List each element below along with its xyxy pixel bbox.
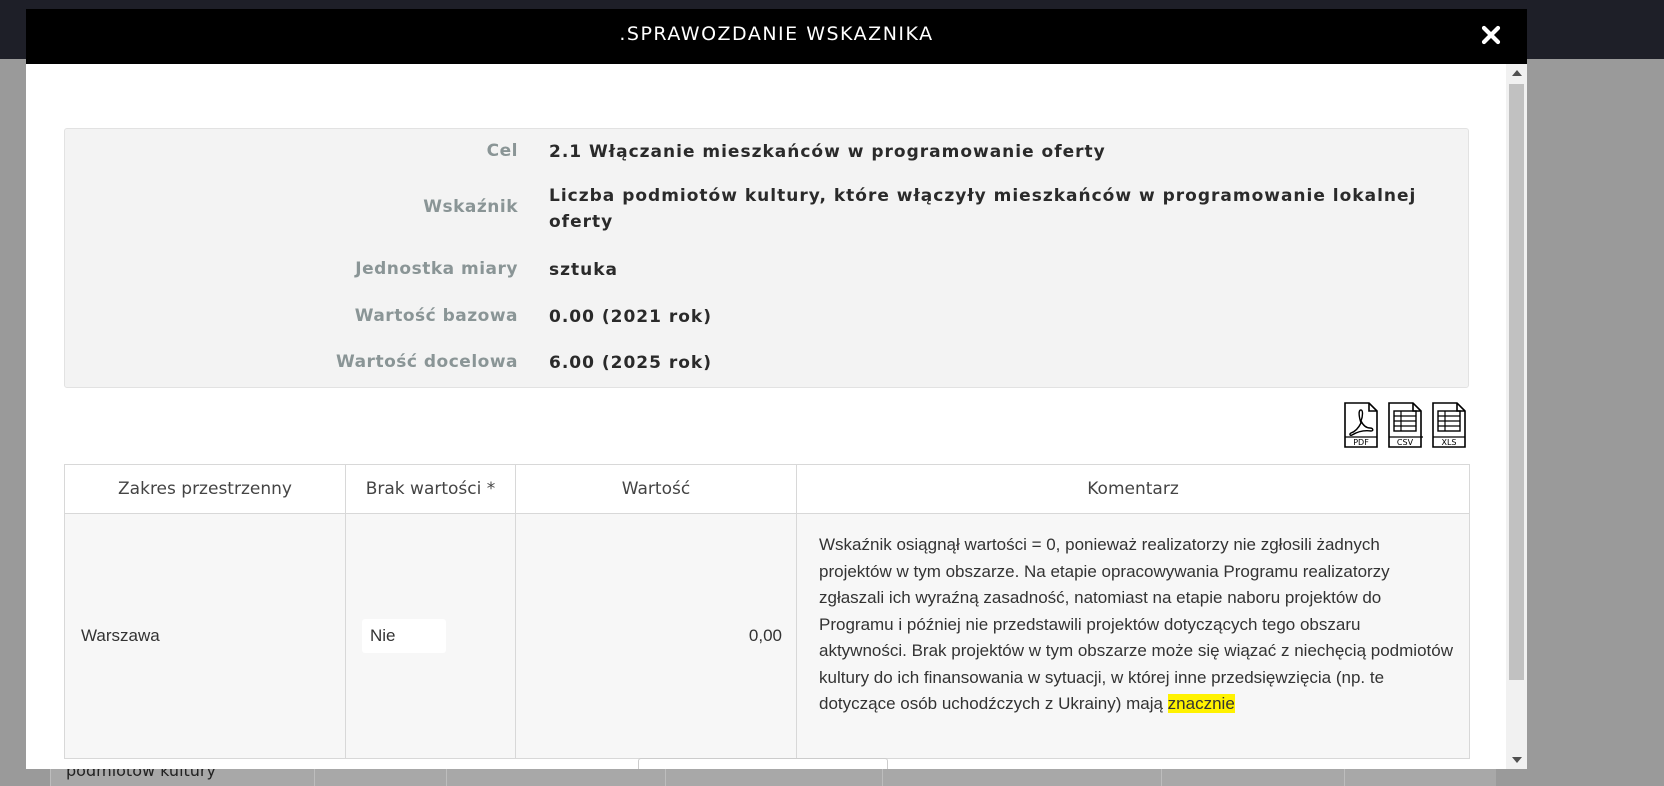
column-header-wartosc: Wartość (515, 464, 797, 514)
table-row: Warszawa Nie 0,00 Wskaźnik osiągnął wart… (64, 513, 1470, 759)
column-header-brak: Brak wartości * (345, 464, 516, 514)
report-table: Zakres przestrzenny Brak wartości * Wart… (64, 464, 1470, 759)
export-xls-button[interactable]: XLS (1431, 401, 1467, 449)
column-header-komentarz: Komentarz (796, 464, 1470, 514)
cell-zakres: Warszawa (64, 513, 346, 759)
cell-komentarz: Wskaźnik osiągnął wartości = 0, ponieważ… (796, 513, 1470, 759)
indicator-info-panel: Cel 2.1 Włączanie mieszkańców w programo… (64, 128, 1469, 388)
cell-brak: Nie (345, 513, 516, 759)
export-csv-button[interactable]: CSV (1387, 401, 1423, 449)
csv-file-icon[interactable]: CSV (1387, 401, 1423, 449)
csv-label: CSV (1397, 438, 1414, 447)
close-icon[interactable] (1477, 21, 1505, 49)
export-pdf-button[interactable]: PDF (1343, 401, 1379, 449)
komentarz-text: Wskaźnik osiągnął wartości = 0, ponieważ… (819, 535, 1453, 713)
table-header-row: Zakres przestrzenny Brak wartości * Wart… (64, 464, 1470, 514)
xls-file-icon[interactable]: XLS (1431, 401, 1467, 449)
modal-title: .SPRAWOZDANIE WSKAZNIKA (619, 23, 934, 45)
jednostka-value: sztuka (549, 260, 619, 280)
komentarz-highlight: znacznie (1167, 694, 1235, 713)
scrollbar-thumb[interactable] (1509, 84, 1524, 680)
wskaznik-value: Liczba podmiotów kultury, które włączyły… (549, 186, 1417, 232)
scroll-up-arrow-icon[interactable] (1512, 70, 1522, 76)
cell-wartosc: 0,00 (515, 513, 797, 759)
pdf-label: PDF (1353, 438, 1369, 447)
modal-scrollbar[interactable] (1506, 64, 1527, 769)
bazowa-value: 0.00 (2021 rok) (549, 307, 713, 327)
xls-label: XLS (1441, 438, 1456, 447)
bazowa-label: Wartość bazowa (354, 306, 518, 326)
scroll-down-arrow-icon[interactable] (1512, 757, 1522, 763)
modal-header: .SPRAWOZDANIE WSKAZNIKA (26, 9, 1527, 64)
report-modal: .SPRAWOZDANIE WSKAZNIKA Cel 2.1 Włączani… (26, 9, 1527, 769)
pdf-file-icon[interactable]: PDF (1343, 401, 1379, 449)
docelowa-label: Wartość docelowa (335, 352, 518, 372)
docelowa-value: 6.00 (2025 rok) (549, 353, 713, 373)
column-header-zakres: Zakres przestrzenny (64, 464, 346, 514)
cel-value: 2.1 Włączanie mieszkańców w programowani… (549, 142, 1106, 162)
modal-body: Cel 2.1 Włączanie mieszkańców w programo… (26, 64, 1506, 769)
jednostka-label: Jednostka miary (355, 259, 518, 279)
cel-label: Cel (486, 141, 518, 161)
close-button[interactable] (1477, 21, 1505, 49)
brak-wartosci-field[interactable]: Nie (362, 619, 446, 653)
bottom-button[interactable] (638, 758, 888, 769)
wskaznik-label: Wskaźnik (423, 197, 518, 217)
